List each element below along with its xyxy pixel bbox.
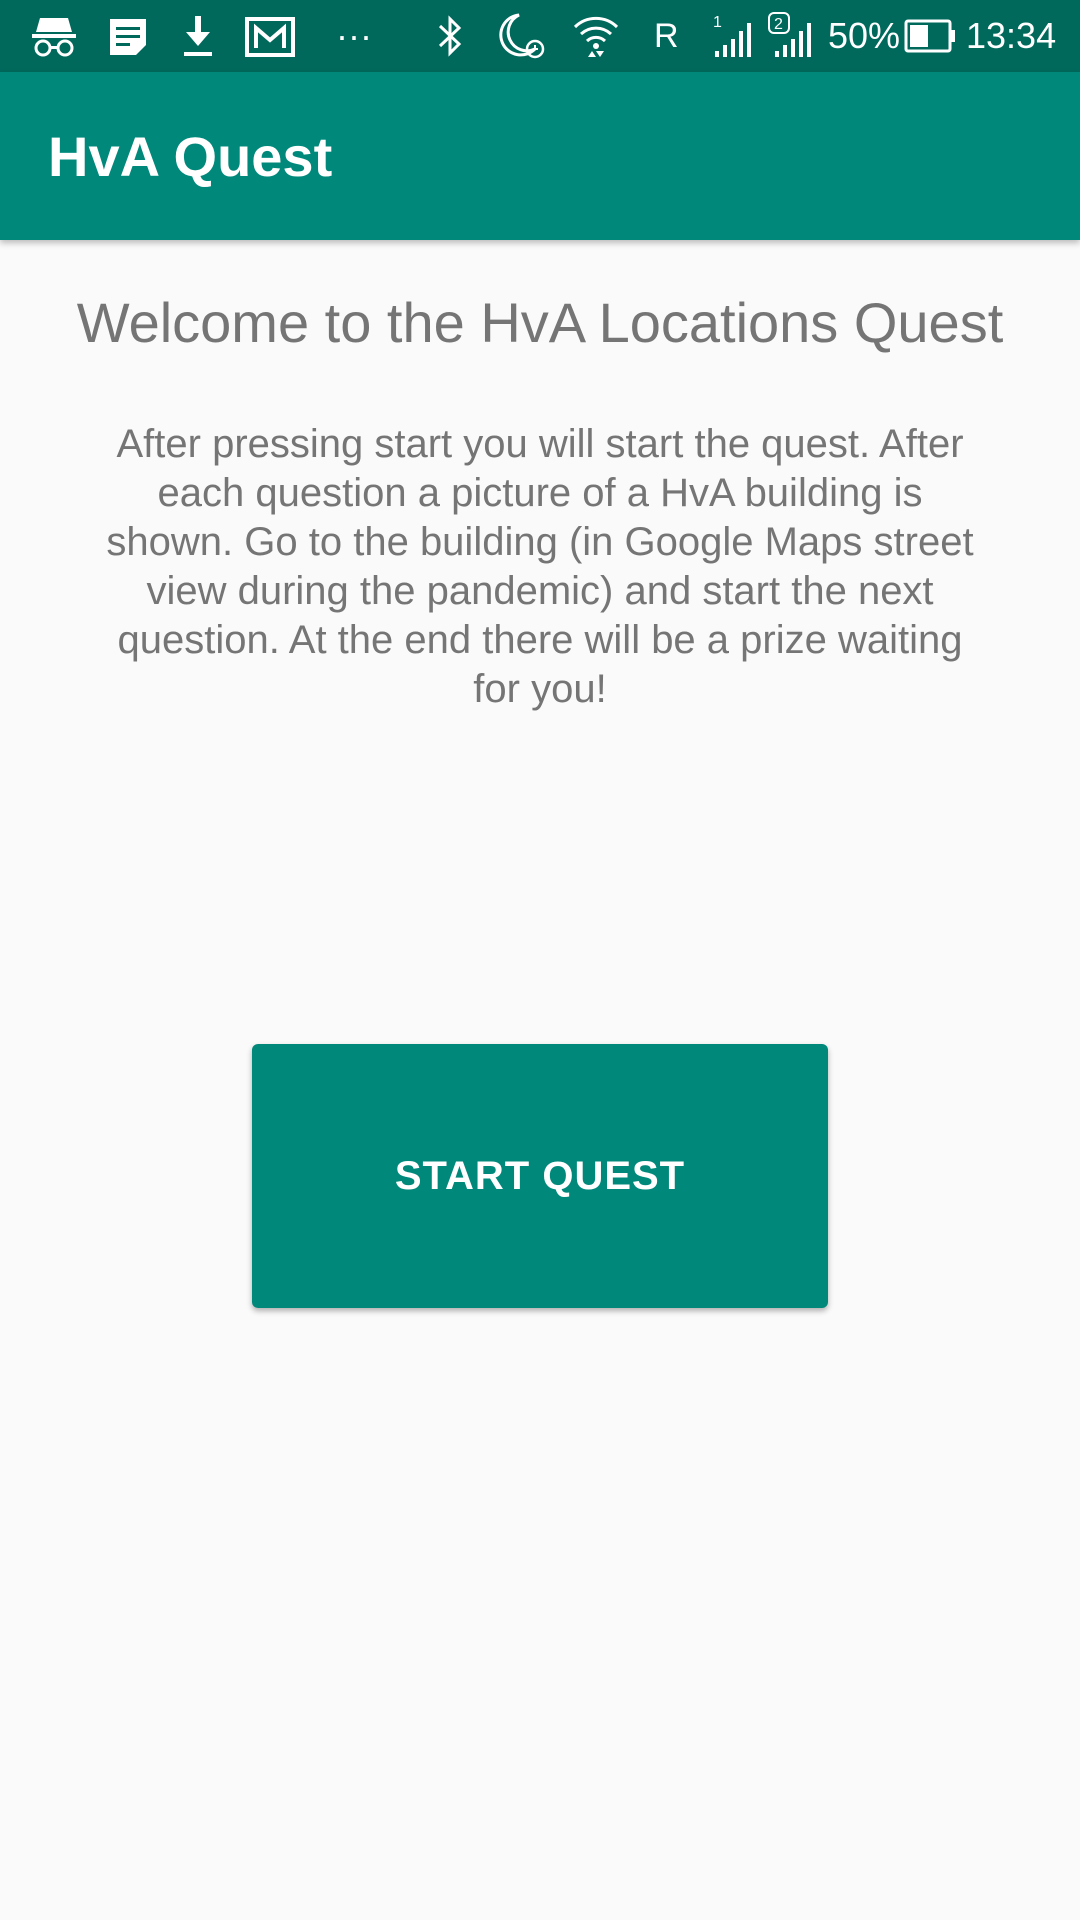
clock: 13:34 (966, 15, 1057, 56)
sim2-label: 2 (774, 16, 783, 33)
battery-percent: 50% (828, 15, 901, 56)
wifi-icon (570, 10, 622, 62)
bluetooth-icon (430, 10, 470, 62)
quest-description: After pressing start you will start the … (106, 422, 974, 711)
gmail-icon (240, 10, 300, 62)
do-not-disturb-alarm-icon (494, 10, 550, 62)
welcome-title: Welcome to the HvA Locations Quest (76, 291, 1004, 354)
roaming-icon: R (654, 16, 679, 55)
battery-icon (904, 10, 958, 62)
signal-sim2-icon: 2 (766, 10, 818, 62)
more-notifications-icon: ··· (336, 15, 372, 56)
signal-sim1-icon: 1 (708, 10, 756, 62)
incognito-icon (24, 10, 84, 62)
app-title: HvA Quest (48, 124, 333, 188)
notes-icon (100, 10, 156, 62)
status-bar: ··· R 1 2 50% 13:34 (0, 0, 1080, 72)
app-bar: HvA Quest (0, 72, 1080, 240)
sim1-label: 1 (713, 14, 722, 31)
start-quest-button[interactable]: START QUEST (252, 1044, 828, 1308)
download-icon (172, 10, 224, 62)
